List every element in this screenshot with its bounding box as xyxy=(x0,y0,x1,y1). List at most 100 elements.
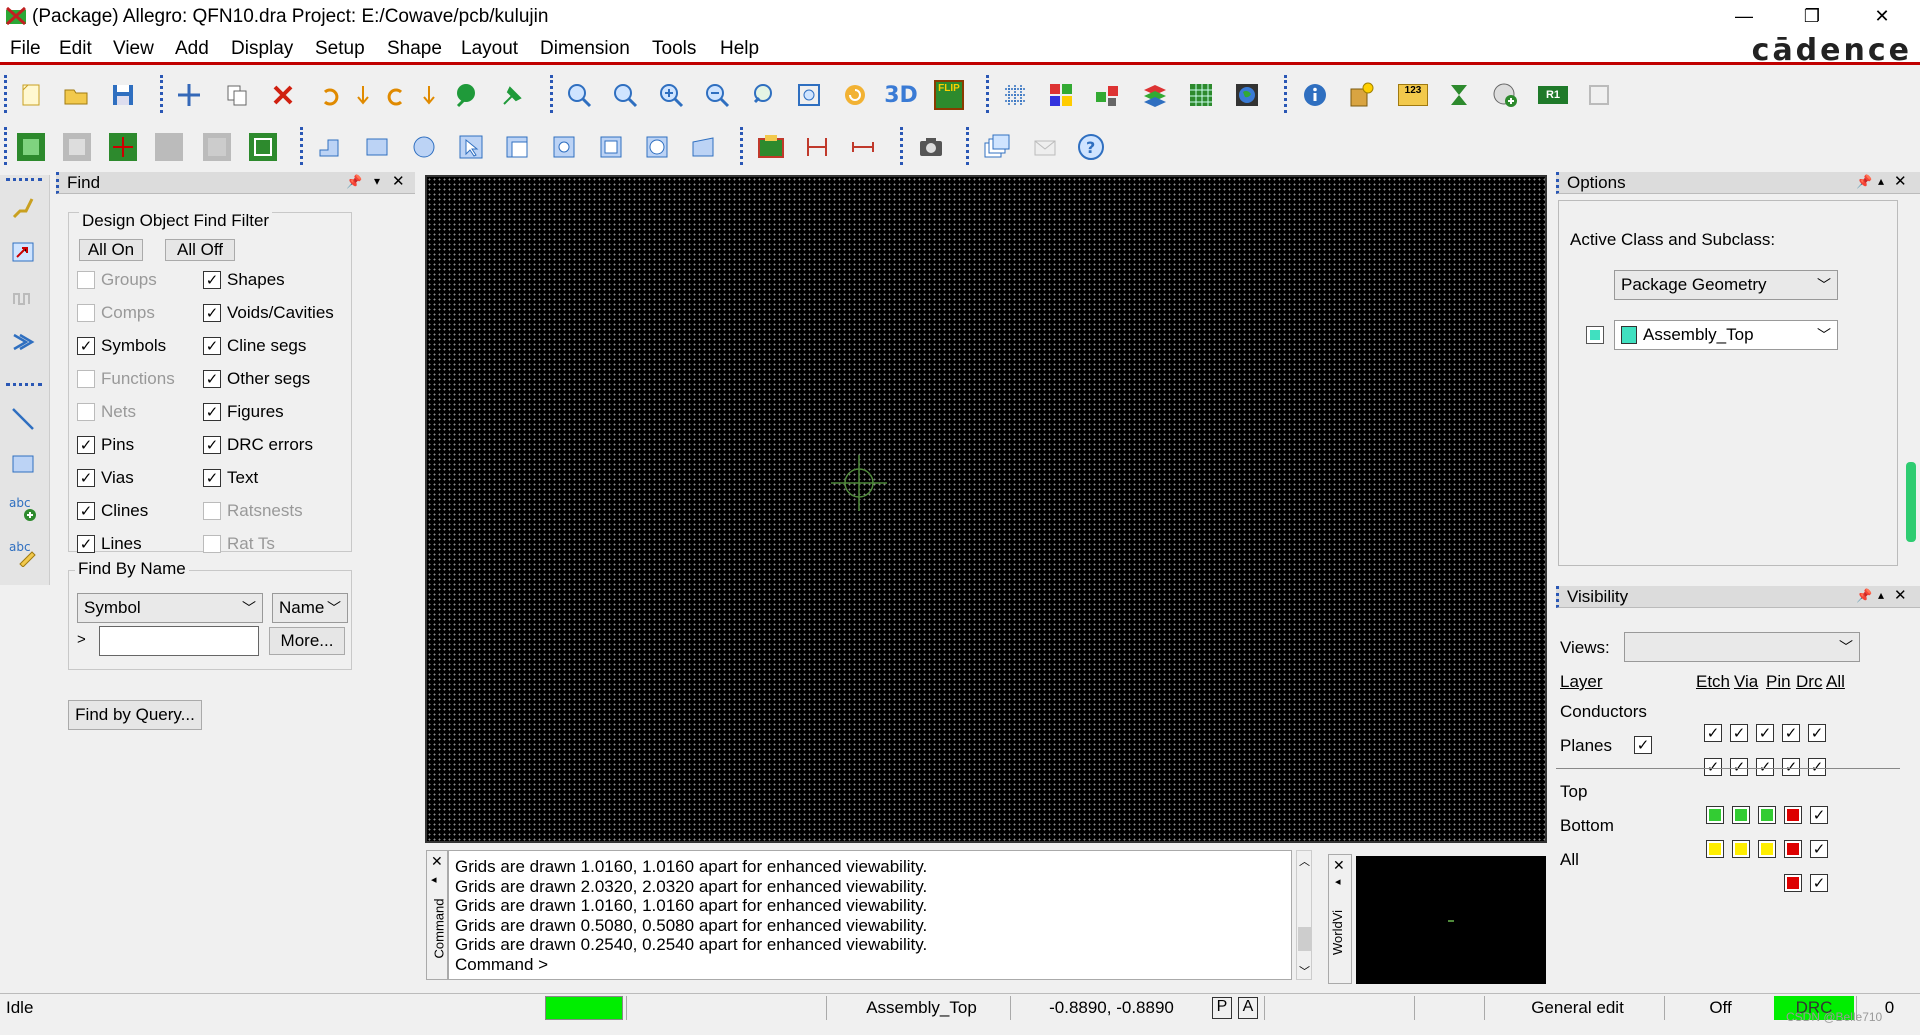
circle-icon[interactable] xyxy=(405,128,443,166)
planes-checkbox[interactable]: ✓ xyxy=(1730,758,1748,776)
toolbar-grip[interactable] xyxy=(4,127,8,165)
checkbox[interactable]: ✓ xyxy=(203,370,221,388)
filter-clines[interactable]: ✓ Clines xyxy=(77,498,148,524)
open-folder-icon[interactable] xyxy=(57,76,95,114)
top-etch-color[interactable] xyxy=(1706,806,1724,824)
new-file-icon[interactable] xyxy=(12,76,50,114)
find-name-select[interactable]: Name ﹀ xyxy=(272,593,348,623)
toolbar-grip[interactable] xyxy=(4,75,8,113)
cm-icon[interactable] xyxy=(1182,76,1220,114)
delete-icon[interactable] xyxy=(264,76,302,114)
panel-scroll-indicator[interactable] xyxy=(1906,462,1916,542)
scroll-thumb[interactable] xyxy=(1298,927,1312,951)
grid-icon[interactable] xyxy=(996,76,1034,114)
conductors-checkbox[interactable]: ✓ xyxy=(1730,724,1748,742)
slide-icon[interactable] xyxy=(4,233,42,271)
close-button[interactable]: ✕ xyxy=(1854,0,1910,33)
add-text-icon[interactable]: abc xyxy=(4,489,42,527)
close-panel-icon[interactable]: ✕ xyxy=(392,172,405,190)
filter-text[interactable]: ✓ Text xyxy=(203,465,258,491)
pin-header[interactable]: Pin xyxy=(1766,672,1791,692)
status-a-toggle[interactable]: A xyxy=(1238,997,1258,1019)
expand-arrow-icon[interactable]: > xyxy=(77,631,86,648)
add-via-icon[interactable] xyxy=(1486,76,1524,114)
close-worldview-icon[interactable]: ✕ xyxy=(1333,857,1345,874)
command-scrollbar[interactable]: ︿ ﹀ xyxy=(1296,850,1312,980)
info-icon[interactable] xyxy=(1296,76,1334,114)
bottom-via-color[interactable] xyxy=(1732,840,1750,858)
views-select[interactable]: ﹀ xyxy=(1624,632,1860,662)
panel-collapse-icon[interactable]: ▴ xyxy=(1878,588,1884,602)
bottom-drc-color[interactable] xyxy=(1784,840,1802,858)
bottom-etch-color[interactable] xyxy=(1706,840,1724,858)
checkbox[interactable]: ✓ xyxy=(203,403,221,421)
conductors-checkbox[interactable]: ✓ xyxy=(1756,724,1774,742)
edit-text-icon[interactable]: abc xyxy=(4,533,42,571)
zoom-fit-icon[interactable] xyxy=(606,76,644,114)
stack-icon[interactable] xyxy=(1136,76,1174,114)
filter-other-segs[interactable]: ✓ Other segs xyxy=(203,366,310,392)
find-name-input[interactable] xyxy=(99,626,259,656)
checkbox[interactable]: ✓ xyxy=(77,436,95,454)
class-select[interactable]: Package Geometry ﹀ xyxy=(1614,270,1838,300)
minimize-button[interactable]: — xyxy=(1716,0,1772,33)
checkbox[interactable]: ✓ xyxy=(203,436,221,454)
menu-tools[interactable]: Tools xyxy=(652,38,696,60)
panel-collapse-icon[interactable]: ▴ xyxy=(1878,174,1884,188)
rectangle-icon[interactable] xyxy=(358,128,396,166)
filter-cline-segs[interactable]: ✓ Cline segs xyxy=(203,333,306,359)
flip-icon[interactable]: FLIP xyxy=(930,76,968,114)
pin-panel-icon[interactable]: 📌 xyxy=(1856,588,1872,604)
menu-shape[interactable]: Shape xyxy=(387,38,442,60)
checkbox[interactable]: ✓ xyxy=(203,304,221,322)
menu-display[interactable]: Display xyxy=(231,38,293,60)
top-pin-color[interactable] xyxy=(1758,806,1776,824)
save-icon[interactable] xyxy=(104,76,142,114)
pin-icon[interactable] xyxy=(494,76,532,114)
via-header[interactable]: Via xyxy=(1734,672,1758,692)
menu-view[interactable]: View xyxy=(113,38,154,60)
all-off-button[interactable]: All Off xyxy=(165,239,235,261)
pin-panel-icon[interactable]: 📌 xyxy=(346,174,362,190)
select-icon[interactable] xyxy=(452,128,490,166)
checkbox[interactable]: ✓ xyxy=(77,469,95,487)
redo-down-icon[interactable] xyxy=(410,76,448,114)
filter-voids-cavities[interactable]: ✓ Voids/Cavities xyxy=(203,300,334,326)
close-panel-icon[interactable]: ✕ xyxy=(1894,586,1907,604)
conductors-checkbox[interactable]: ✓ xyxy=(1808,724,1826,742)
top-all-checkbox[interactable]: ✓ xyxy=(1810,806,1828,824)
planes-checkbox[interactable]: ✓ xyxy=(1808,758,1826,776)
zoom-world-icon[interactable] xyxy=(790,76,828,114)
package-icon[interactable] xyxy=(752,128,790,166)
drc-header[interactable]: Drc xyxy=(1796,672,1822,692)
layout-icon[interactable] xyxy=(12,128,50,166)
find-type-select[interactable]: Symbol ﹀ xyxy=(77,593,263,623)
color-icon[interactable] xyxy=(1042,76,1080,114)
find-by-query-button[interactable]: Find by Query... xyxy=(68,700,202,730)
zoom-out-icon[interactable] xyxy=(698,76,736,114)
close-command-icon[interactable]: ✕ xyxy=(431,853,443,870)
top-via-color[interactable] xyxy=(1732,806,1750,824)
scroll-down-icon[interactable]: ﹀ xyxy=(1299,963,1310,979)
all-on-button[interactable]: All On xyxy=(79,239,143,261)
filter-drc-errors[interactable]: ✓ DRC errors xyxy=(203,432,313,458)
menu-file[interactable]: File xyxy=(10,38,41,60)
planes-checkbox[interactable]: ✓ xyxy=(1634,736,1652,754)
filter-pins[interactable]: ✓ Pins xyxy=(77,432,134,458)
checkbox[interactable]: ✓ xyxy=(203,337,221,355)
add-rect-icon[interactable] xyxy=(4,445,42,483)
view-3d-icon[interactable]: 3D xyxy=(882,76,920,114)
close-panel-icon[interactable]: ✕ xyxy=(1894,172,1907,190)
planes-checkbox[interactable]: ✓ xyxy=(1704,758,1722,776)
menu-help[interactable]: Help xyxy=(720,38,759,60)
more-button[interactable]: More... xyxy=(269,627,345,655)
scroll-up-icon[interactable]: ︿ xyxy=(1299,853,1310,869)
copy-icon[interactable] xyxy=(218,76,256,114)
windows-icon[interactable] xyxy=(978,128,1016,166)
worldview-menu-icon[interactable]: ◂ xyxy=(1335,875,1341,888)
zoom-in-icon[interactable] xyxy=(652,76,690,114)
all-all-checkbox[interactable]: ✓ xyxy=(1810,874,1828,892)
command-prompt[interactable]: Command > xyxy=(449,955,1291,975)
filter-figures[interactable]: ✓ Figures xyxy=(203,399,284,425)
conductors-checkbox[interactable]: ✓ xyxy=(1704,724,1722,742)
